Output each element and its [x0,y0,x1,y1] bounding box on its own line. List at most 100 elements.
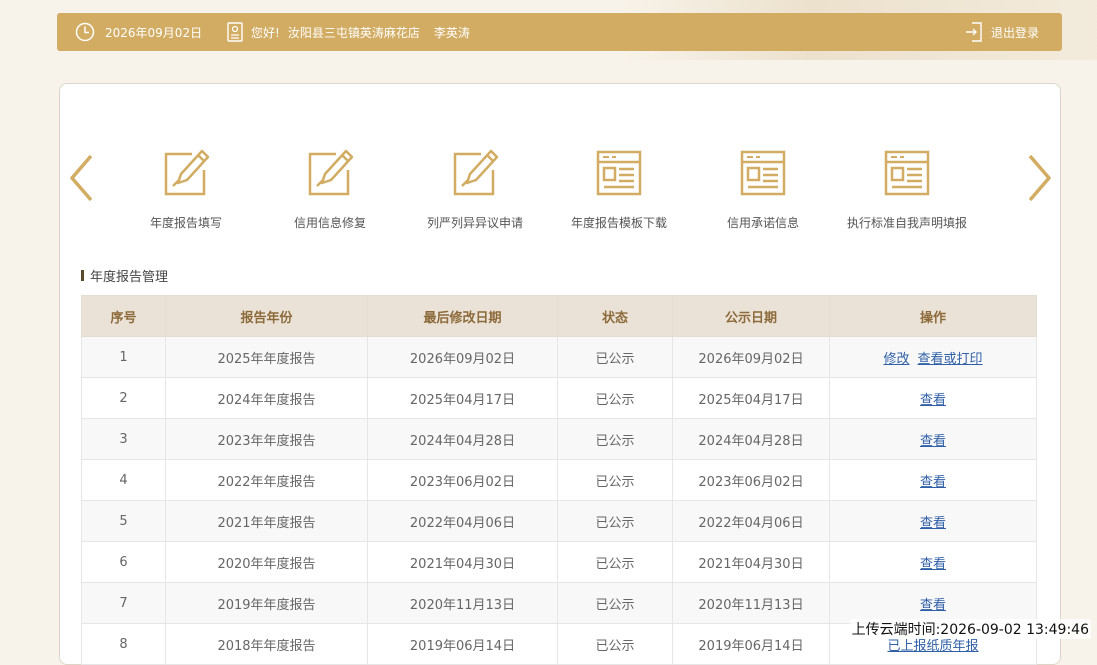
cell-no: 7 [81,582,166,624]
cell-year: 2021年年度报告 [165,500,368,542]
document-icon [739,148,787,198]
cell-status: 已公示 [557,377,673,419]
action-link[interactable]: 查看 [920,516,946,531]
table-row: 3 2023年年度报告 2024年04月28日 已公示 2024年04月28日 查看 [81,418,1037,460]
logout-icon [965,22,983,42]
cell-no: 1 [81,336,166,378]
cell-status: 已公示 [557,582,673,624]
action-link[interactable]: 查看 [920,475,946,490]
cell-modified: 2021年04月30日 [367,541,558,583]
cell-status: 已公示 [557,500,673,542]
table-row: 1 2025年年度报告 2026年09月02日 已公示 2026年09月02日 修改 查看或… [81,336,1037,378]
top-bar: 2026年09月02日 您好! 汝阳县三屯镇英涛麻花店 李英涛 退出登录 [57,13,1062,51]
person-name: 李英涛 [433,25,470,40]
action-link[interactable]: 修改 [883,352,909,367]
cell-actions: 查看 [829,541,1037,583]
cell-actions: 查看 [829,582,1037,624]
cell-published: 2022年04月06日 [672,500,830,542]
section-title-text: 年度报告管理 [90,270,169,285]
cell-year: 2020年年度报告 [165,541,368,583]
table-header-row: 序号 报告年份 最后修改日期 状态 公示日期 操作 [81,295,1037,337]
date-display: 2026年09月02日 [75,13,202,51]
cell-modified: 2025年04月17日 [367,377,558,419]
service-tile-label: 信用信息修复 [293,216,366,230]
service-tile[interactable]: 年度报告填写 [116,148,256,231]
cell-modified: 2024年04月28日 [367,418,558,460]
document-icon [883,148,931,198]
cell-actions: 查看 [829,500,1037,542]
header-status: 状态 [557,295,673,337]
section-title: 年度报告管理 [81,266,168,285]
id-card-icon [227,22,243,42]
cell-modified: 2026年09月02日 [367,336,558,378]
edit-icon [306,148,354,198]
cell-modified: 2023年06月02日 [367,459,558,501]
cell-modified: 2020年11月13日 [367,582,558,624]
cell-published: 2023年06月02日 [672,459,830,501]
cell-status: 已公示 [557,541,673,583]
table-row: 6 2020年年度报告 2021年04月30日 已公示 2021年04月30日 查看 [81,541,1037,583]
cell-actions: 查看 [829,377,1037,419]
cell-actions: 查看 [829,459,1037,501]
service-tile-label: 年度报告填写 [149,216,222,230]
action-link[interactable]: 查看 [920,393,946,408]
cell-published: 2020年11月13日 [672,582,830,624]
table-row: 5 2021年年度报告 2022年04月06日 已公示 2022年04月06日 查看 [81,500,1037,542]
action-link[interactable]: 已上报纸质年报 [887,639,978,654]
chevron-right-icon [1028,154,1051,202]
service-tile[interactable]: 列严列异异议申请 [405,148,545,231]
cell-published: 2019年06月14日 [672,623,830,665]
service-tile-label: 年度报告模板下载 [570,216,667,230]
cell-status: 已公示 [557,459,673,501]
chevron-left-icon [70,154,93,202]
current-date: 2026年09月02日 [105,25,203,40]
cell-published: 2021年04月30日 [672,541,830,583]
document-icon [595,148,643,198]
header-year: 报告年份 [165,295,368,337]
carousel-next-button[interactable] [1024,152,1054,204]
user-greeting: 您好! 汝阳县三屯镇英涛麻花店 李英涛 [227,13,470,51]
service-tile-label: 信用承诺信息 [726,216,799,230]
cell-actions: 修改 查看或打印 [829,336,1037,378]
cell-no: 8 [81,623,166,665]
action-link[interactable]: 查看 [920,598,946,613]
service-tile[interactable]: 执行标准自我声明填报 [837,148,977,231]
edit-icon [451,148,499,198]
header-no: 序号 [81,295,166,337]
table-row: 4 2022年年度报告 2023年06月02日 已公示 2023年06月02日 查看 [81,459,1037,501]
service-tile-label: 列严列异异议申请 [426,216,523,230]
cell-status: 已公示 [557,623,673,665]
header-actions: 操作 [829,295,1037,337]
logout-label: 退出登录 [991,25,1040,40]
shop-name: 汝阳县三屯镇英涛麻花店 [287,25,420,40]
logout-button[interactable]: 退出登录 [965,13,1039,51]
cell-published: 2026年09月02日 [672,336,830,378]
cell-year: 2018年年度报告 [165,623,368,665]
cell-modified: 2022年04月06日 [367,500,558,542]
header-published: 公示日期 [672,295,830,337]
service-tile[interactable]: 信用承诺信息 [693,148,833,231]
cell-year: 2022年年度报告 [165,459,368,501]
action-link[interactable]: 查看 [920,557,946,572]
greeting-text: 您好! [251,25,280,40]
cell-no: 2 [81,377,166,419]
action-link[interactable]: 查看或打印 [918,352,983,367]
cell-no: 4 [81,459,166,501]
edit-icon [162,148,210,198]
cell-year: 2019年年度报告 [165,582,368,624]
service-tile-label: 执行标准自我声明填报 [846,216,967,230]
cell-year: 2024年年度报告 [165,377,368,419]
cell-modified: 2019年06月14日 [367,623,558,665]
cell-actions: 查看 [829,418,1037,460]
service-tile[interactable]: 信用信息修复 [260,148,400,231]
cell-status: 已公示 [557,418,673,460]
carousel-prev-button[interactable] [67,152,97,204]
action-link[interactable]: 查看 [920,434,946,449]
cell-year: 2023年年度报告 [165,418,368,460]
service-tile[interactable]: 年度报告模板下载 [549,148,689,231]
header-modified: 最后修改日期 [367,295,558,337]
cell-published: 2024年04月28日 [672,418,830,460]
cell-no: 3 [81,418,166,460]
clock-icon [75,22,95,42]
annual-report-table: 序号 报告年份 最后修改日期 状态 公示日期 操作 1 2025年年度报告 2026… [81,295,1037,665]
